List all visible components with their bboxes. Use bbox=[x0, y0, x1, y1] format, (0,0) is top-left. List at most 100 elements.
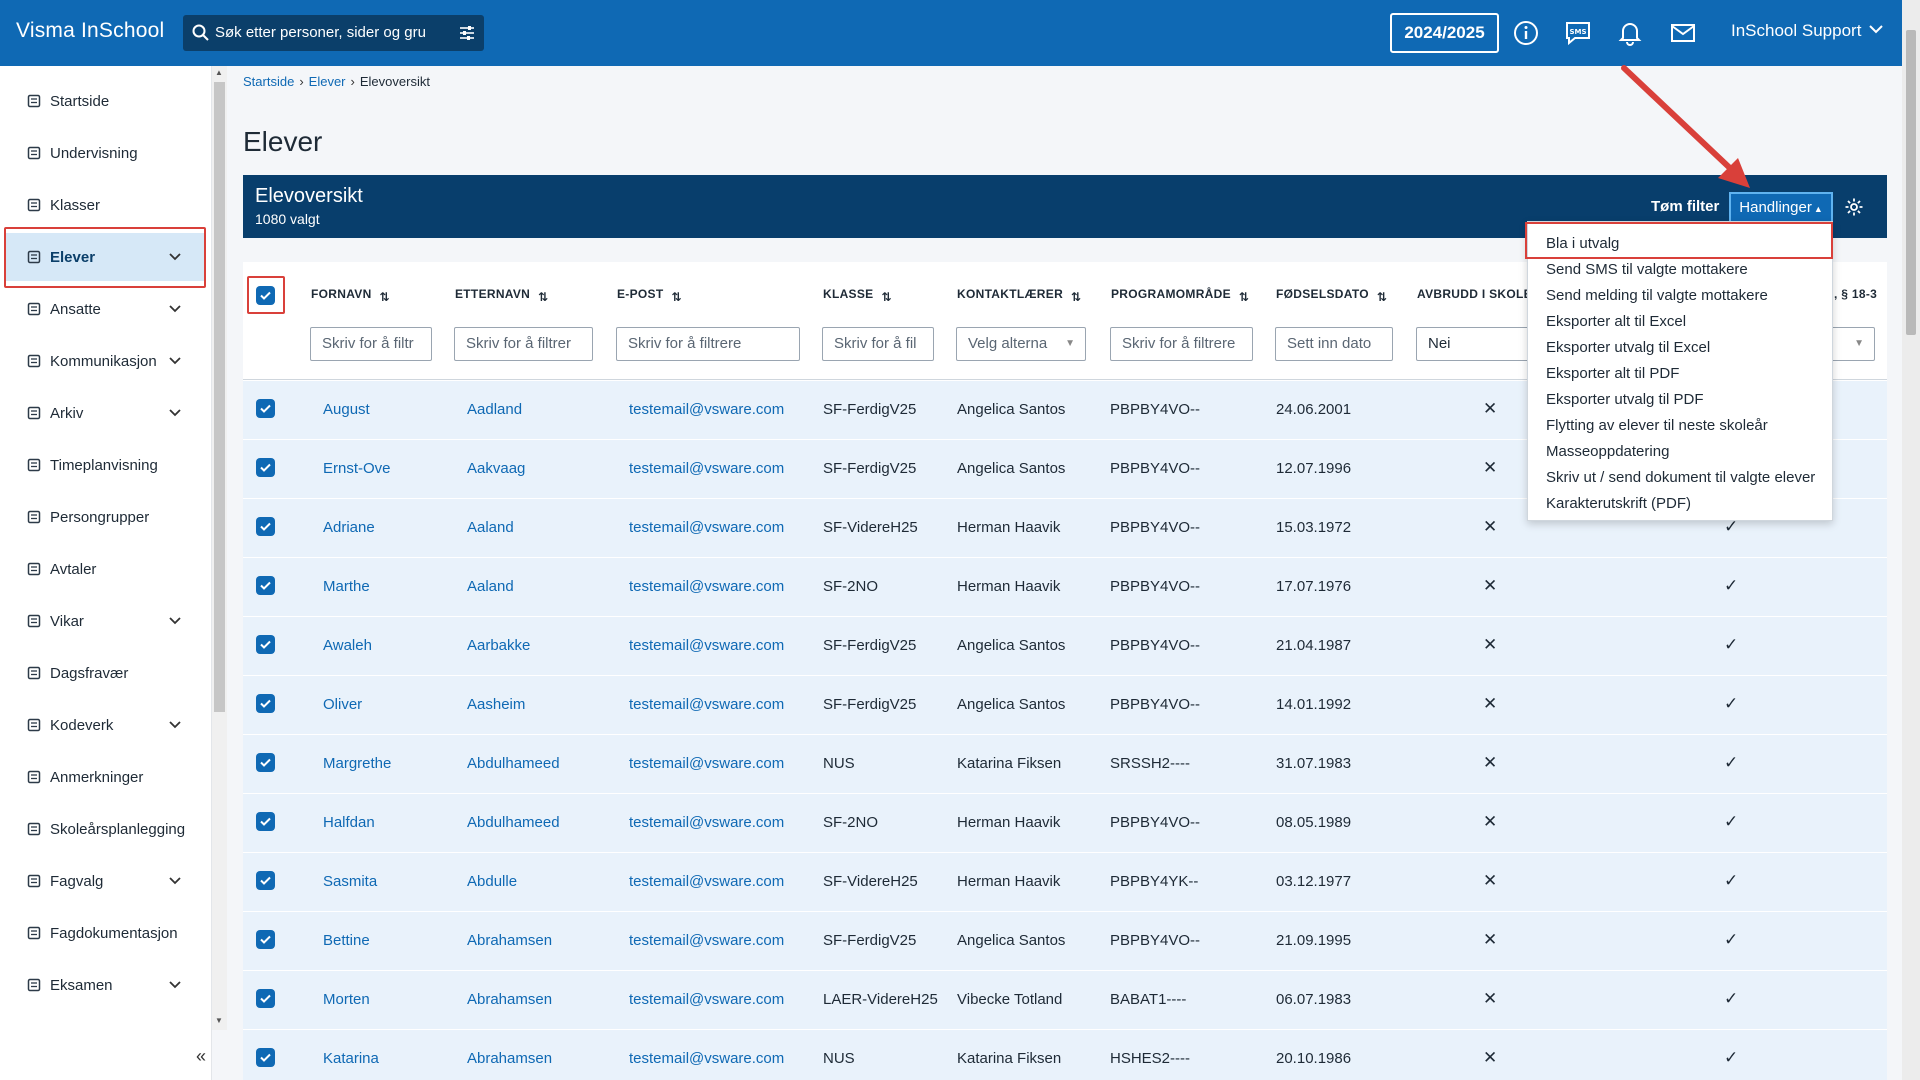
collapse-sidebar-icon[interactable]: « bbox=[196, 1046, 206, 1067]
filter-fornavn[interactable]: Skriv for å filtr bbox=[310, 327, 432, 361]
cell-etternavn[interactable]: Aadland bbox=[467, 401, 522, 418]
column-header-paragraf[interactable]: , § 18-3 bbox=[1834, 287, 1877, 301]
cell-epost[interactable]: testemail@vsware.com bbox=[629, 991, 784, 1008]
sms-icon[interactable]: SMS bbox=[1564, 19, 1592, 47]
menu-item-skriv-ut-send-dokument-til-valgte-elever[interactable]: Skriv ut / send dokument til valgte elev… bbox=[1546, 469, 1815, 486]
filter-etternavn[interactable]: Skriv for å filtrer bbox=[454, 327, 593, 361]
cell-fornavn[interactable]: Sasmita bbox=[323, 873, 377, 890]
cell-fornavn[interactable]: Awaleh bbox=[323, 637, 372, 654]
sidebar-scrollbar[interactable]: ▲ ▼ bbox=[212, 66, 227, 1030]
cell-epost[interactable]: testemail@vsware.com bbox=[629, 1050, 784, 1067]
menu-item-eksporter-utvalg-til-excel[interactable]: Eksporter utvalg til Excel bbox=[1546, 339, 1710, 356]
cell-fornavn[interactable]: Katarina bbox=[323, 1050, 379, 1067]
row-checkbox[interactable] bbox=[256, 989, 275, 1008]
sidebar-item-undervisning[interactable]: Undervisning bbox=[6, 129, 204, 177]
sidebar-item-fagvalg[interactable]: Fagvalg bbox=[6, 857, 204, 905]
sidebar-item-timeplanvisning[interactable]: Timeplanvisning bbox=[6, 441, 204, 489]
sidebar-scrollbar-thumb[interactable] bbox=[214, 82, 225, 712]
table-row[interactable]: Awaleh Aarbakke testemail@vsware.com SF-Fer… bbox=[243, 617, 1887, 676]
cell-epost[interactable]: testemail@vsware.com bbox=[629, 519, 784, 536]
row-checkbox[interactable] bbox=[256, 1048, 275, 1067]
table-row[interactable]: Marthe Aaland testemail@vsware.com SF-2NO He… bbox=[243, 558, 1887, 617]
row-checkbox[interactable] bbox=[256, 694, 275, 713]
cell-fornavn[interactable]: Oliver bbox=[323, 696, 362, 713]
table-row[interactable]: Katarina Abrahamsen testemail@vsware.com NU… bbox=[243, 1030, 1887, 1080]
cell-etternavn[interactable]: Aasheim bbox=[467, 696, 525, 713]
table-row[interactable]: Halfdan Abdulhameed testemail@vsware.com SF… bbox=[243, 794, 1887, 853]
sidebar-item-kodeverk[interactable]: Kodeverk bbox=[6, 701, 204, 749]
mail-icon[interactable] bbox=[1669, 19, 1697, 47]
menu-item-send-melding-til-valgte-mottakere[interactable]: Send melding til valgte mottakere bbox=[1546, 287, 1768, 304]
sidebar-item-anmerkninger[interactable]: Anmerkninger bbox=[6, 753, 204, 801]
row-checkbox[interactable] bbox=[256, 399, 275, 418]
filter-epost[interactable]: Skriv for å filtrere bbox=[616, 327, 800, 361]
cell-epost[interactable]: testemail@vsware.com bbox=[629, 578, 784, 595]
cell-fornavn[interactable]: August bbox=[323, 401, 370, 418]
chevron-down-icon[interactable] bbox=[168, 406, 182, 420]
menu-item-karakterutskrift-pdf[interactable]: Karakterutskrift (PDF) bbox=[1546, 495, 1691, 512]
cell-etternavn[interactable]: Aaland bbox=[467, 519, 514, 536]
cell-etternavn[interactable]: Abdulhameed bbox=[467, 755, 560, 772]
menu-item-send-sms-til-valgte-mottakere[interactable]: Send SMS til valgte mottakere bbox=[1546, 261, 1748, 278]
global-search[interactable]: Søk etter personer, sider og gru bbox=[183, 15, 484, 51]
chevron-down-icon[interactable] bbox=[168, 302, 182, 316]
actions-button[interactable]: Handlinger ▲ bbox=[1729, 192, 1833, 224]
sidebar-item-persongrupper[interactable]: Persongrupper bbox=[6, 493, 204, 541]
filter-kontaktlaerer[interactable]: Velg alterna ▼ bbox=[956, 327, 1086, 361]
breadcrumb-elever[interactable]: Elever bbox=[309, 74, 346, 89]
search-input[interactable]: Søk etter personer, sider og gru bbox=[215, 24, 433, 41]
chevron-down-icon[interactable] bbox=[168, 978, 182, 992]
cell-fornavn[interactable]: Ernst-Ove bbox=[323, 460, 391, 477]
column-header-klasse[interactable]: KLASSE ⇅ bbox=[823, 287, 892, 304]
filter-programomrade[interactable]: Skriv for å filtrere bbox=[1110, 327, 1253, 361]
cell-etternavn[interactable]: Abdulhameed bbox=[467, 814, 560, 831]
chevron-down-icon[interactable] bbox=[168, 614, 182, 628]
sidebar-item-dagsfravær[interactable]: Dagsfravær bbox=[6, 649, 204, 697]
row-checkbox[interactable] bbox=[256, 812, 275, 831]
page-scrollbar-thumb[interactable] bbox=[1906, 30, 1916, 335]
bell-icon[interactable] bbox=[1616, 19, 1644, 47]
filter-klasse[interactable]: Skriv for å fil bbox=[822, 327, 934, 361]
cell-fornavn[interactable]: Margrethe bbox=[323, 755, 391, 772]
menu-item-flytting-av-elever-til-neste-skoleår[interactable]: Flytting av elever til neste skoleår bbox=[1546, 417, 1768, 434]
row-checkbox[interactable] bbox=[256, 576, 275, 595]
row-checkbox[interactable] bbox=[256, 635, 275, 654]
info-icon[interactable] bbox=[1512, 19, 1540, 47]
sidebar-item-eksamen[interactable]: Eksamen bbox=[6, 961, 204, 1009]
menu-item-eksporter-alt-til-excel[interactable]: Eksporter alt til Excel bbox=[1546, 313, 1686, 330]
row-checkbox[interactable] bbox=[256, 930, 275, 949]
column-header-epost[interactable]: E-POST ⇅ bbox=[617, 287, 682, 304]
sidebar-item-arkiv[interactable]: Arkiv bbox=[6, 389, 204, 437]
cell-fornavn[interactable]: Bettine bbox=[323, 932, 370, 949]
cell-epost[interactable]: testemail@vsware.com bbox=[629, 401, 784, 418]
cell-etternavn[interactable]: Aarbakke bbox=[467, 637, 530, 654]
cell-epost[interactable]: testemail@vsware.com bbox=[629, 696, 784, 713]
cell-epost[interactable]: testemail@vsware.com bbox=[629, 637, 784, 654]
column-header-fodselsdato[interactable]: FØDSELSDATO ⇅ bbox=[1276, 287, 1387, 304]
sidebar-item-startside[interactable]: Startside bbox=[6, 77, 204, 125]
sliders-icon[interactable] bbox=[458, 24, 476, 42]
clear-filter-button[interactable]: Tøm filter bbox=[1651, 198, 1719, 215]
school-year-selector[interactable]: 2024/2025 bbox=[1390, 13, 1499, 53]
scroll-up-arrow[interactable]: ▲ bbox=[215, 68, 223, 77]
table-row[interactable]: Oliver Aasheim testemail@vsware.com SF-Ferd… bbox=[243, 676, 1887, 735]
cell-etternavn[interactable]: Abrahamsen bbox=[467, 991, 552, 1008]
breadcrumb-startside[interactable]: Startside bbox=[243, 74, 294, 89]
cell-epost[interactable]: testemail@vsware.com bbox=[629, 460, 784, 477]
app-brand[interactable]: Visma InSchool bbox=[16, 19, 164, 43]
column-header-programomrade[interactable]: PROGRAMOMRÅDE ⇅ bbox=[1111, 287, 1249, 304]
cell-etternavn[interactable]: Abrahamsen bbox=[467, 932, 552, 949]
cell-etternavn[interactable]: Aakvaag bbox=[467, 460, 525, 477]
sidebar-item-ansatte[interactable]: Ansatte bbox=[6, 285, 204, 333]
menu-item-masseoppdatering[interactable]: Masseoppdatering bbox=[1546, 443, 1669, 460]
table-row[interactable]: Bettine Abrahamsen testemail@vsware.com SF-… bbox=[243, 912, 1887, 971]
cell-epost[interactable]: testemail@vsware.com bbox=[629, 755, 784, 772]
row-checkbox[interactable] bbox=[256, 458, 275, 477]
gear-icon[interactable] bbox=[1844, 197, 1864, 217]
chevron-down-icon[interactable] bbox=[168, 718, 182, 732]
table-row[interactable]: Sasmita Abdulle testemail@vsware.com SF-Vid… bbox=[243, 853, 1887, 912]
row-checkbox[interactable] bbox=[256, 517, 275, 536]
cell-epost[interactable]: testemail@vsware.com bbox=[629, 873, 784, 890]
cell-fornavn[interactable]: Adriane bbox=[323, 519, 375, 536]
row-checkbox[interactable] bbox=[256, 871, 275, 890]
